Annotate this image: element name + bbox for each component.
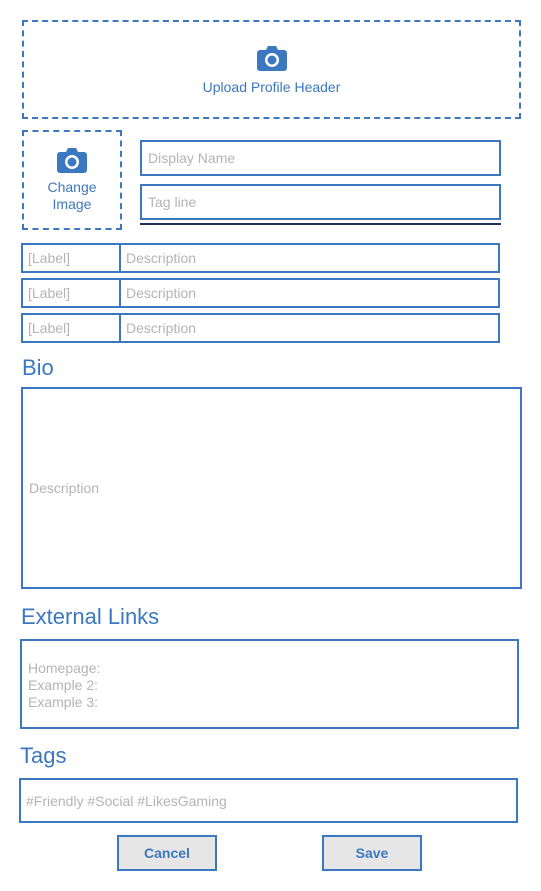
upload-profile-header-label: Upload Profile Header bbox=[202, 78, 341, 95]
bio-title: Bio bbox=[22, 355, 54, 380]
field-row: [Label] Description bbox=[21, 243, 500, 273]
field-description-input[interactable]: Description bbox=[121, 280, 498, 306]
field-description-input[interactable]: Description bbox=[121, 315, 498, 341]
change-image-label-line1: Change bbox=[47, 179, 97, 195]
bio-textarea[interactable]: Description bbox=[21, 387, 522, 589]
cancel-button[interactable]: Cancel bbox=[117, 835, 217, 871]
field-description-input[interactable]: Description bbox=[121, 245, 498, 271]
camera-icon bbox=[256, 45, 287, 71]
field-row: [Label] Description bbox=[21, 313, 500, 343]
external-links-textarea[interactable]: Homepage: Example 2: Example 3: bbox=[20, 639, 519, 729]
field-label-input[interactable]: [Label] bbox=[23, 280, 121, 306]
change-image-area[interactable]: Change Image bbox=[22, 130, 122, 230]
external-link-line: Example 2: bbox=[28, 677, 99, 693]
tags-title: Tags bbox=[20, 743, 67, 768]
external-link-line: Example 3: bbox=[28, 694, 99, 710]
tag-line-underline bbox=[140, 223, 501, 225]
camera-icon bbox=[57, 147, 87, 173]
tags-placeholder: #Friendly #Social #LikesGaming bbox=[26, 792, 227, 809]
upload-profile-header-area[interactable]: Upload Profile Header bbox=[22, 20, 521, 119]
save-button[interactable]: Save bbox=[322, 835, 422, 871]
field-row: [Label] Description bbox=[21, 278, 500, 308]
field-label-input[interactable]: [Label] bbox=[23, 245, 121, 271]
change-image-label: Change Image bbox=[47, 179, 96, 213]
external-link-line: Homepage: bbox=[28, 660, 101, 676]
change-image-label-line2: Image bbox=[52, 196, 92, 212]
field-label-input[interactable]: [Label] bbox=[23, 315, 121, 341]
external-links-title: External Links bbox=[21, 604, 160, 629]
bio-placeholder: Description bbox=[29, 480, 100, 496]
tag-line-input[interactable] bbox=[140, 184, 501, 220]
tags-input[interactable]: #Friendly #Social #LikesGaming bbox=[19, 778, 518, 823]
display-name-input[interactable] bbox=[140, 140, 501, 176]
